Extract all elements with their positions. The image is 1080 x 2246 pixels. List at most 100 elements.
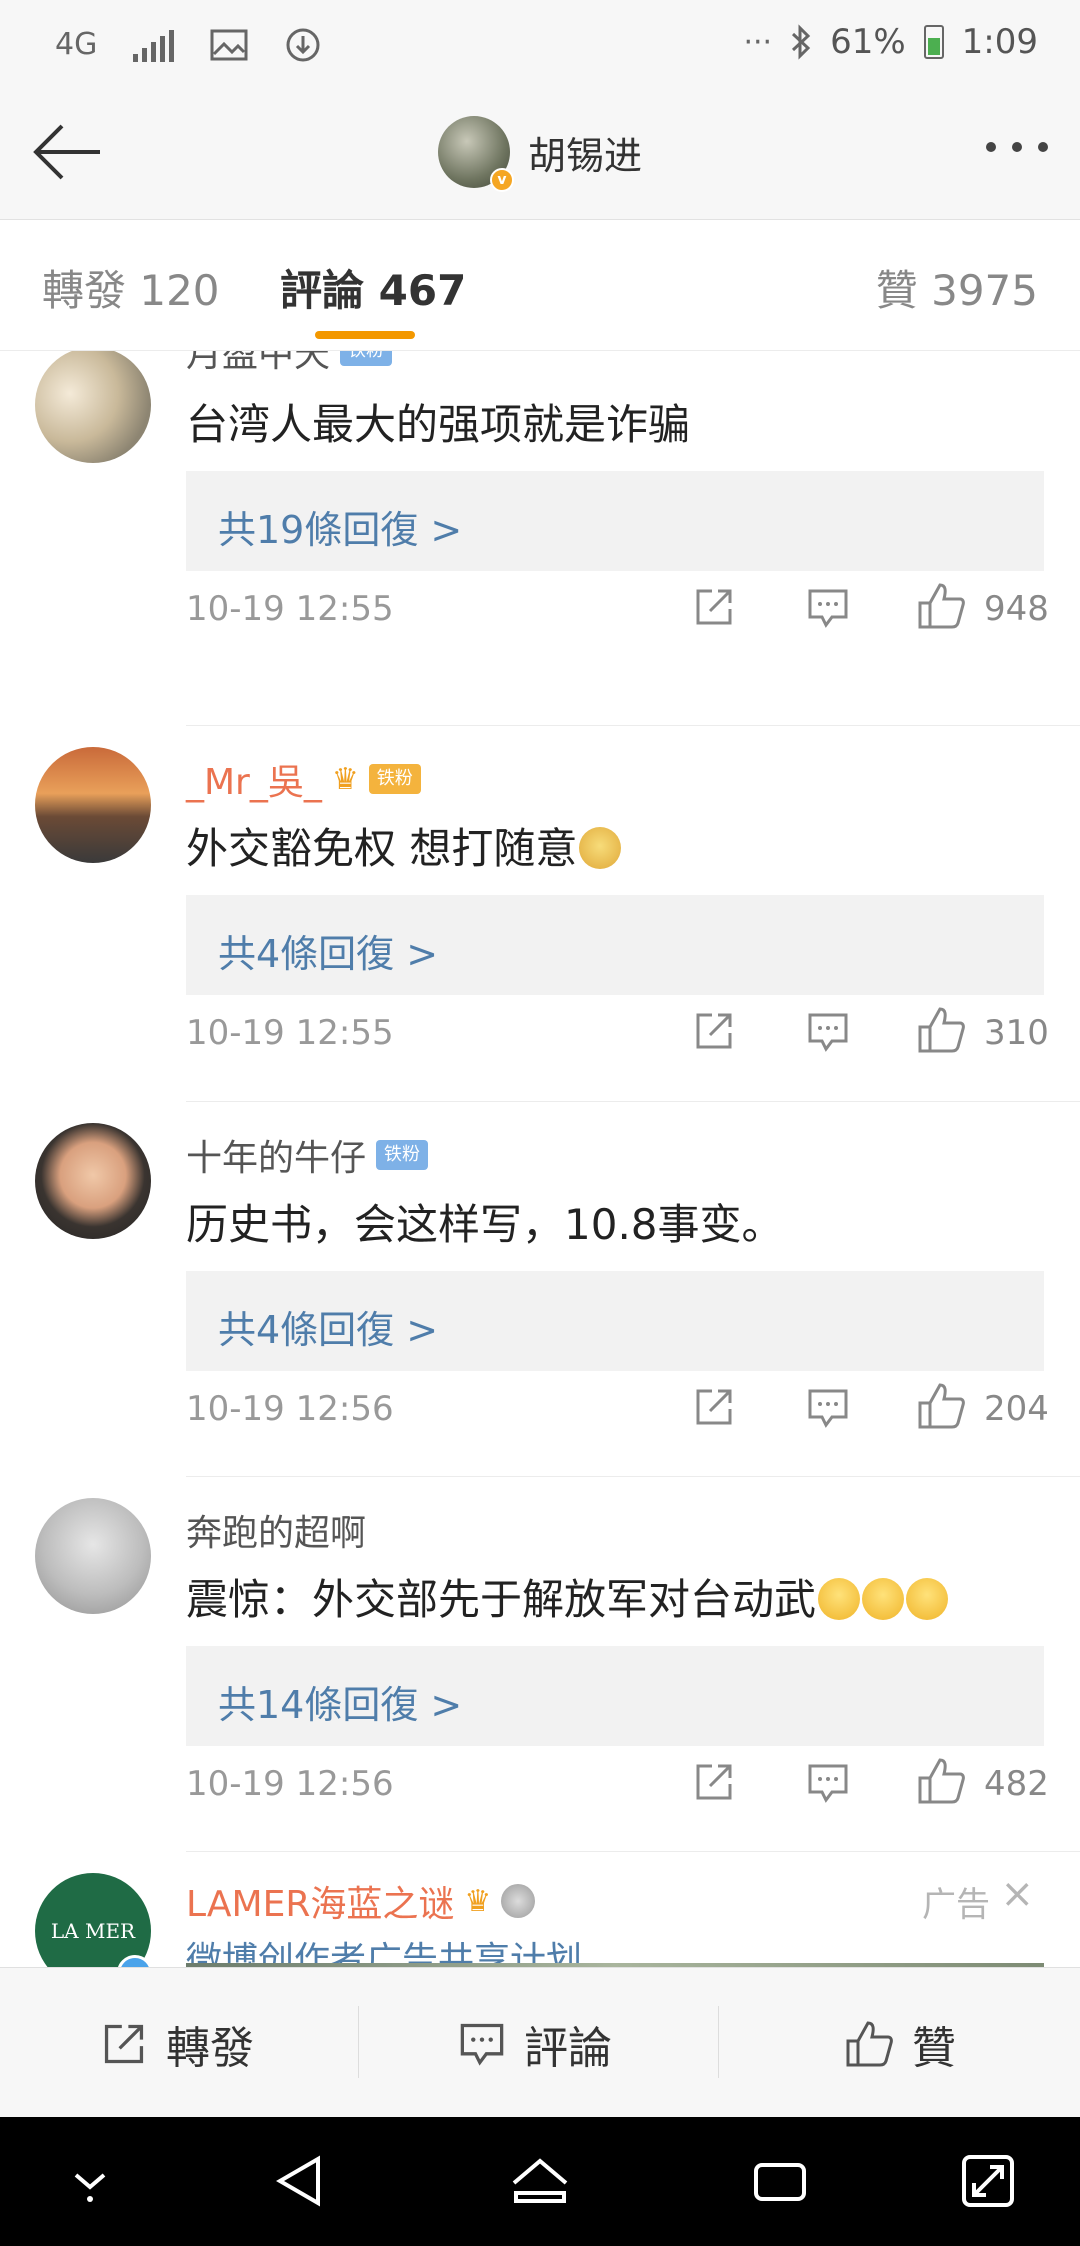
comment-item: 十年的牛仔 铁粉 历史书，会这样写，10.8事变。 共4條回復 > 10-19 … [0,1103,1080,1478]
like-button[interactable]: 贊 [844,2012,956,2076]
like-count: 204 [984,1389,1049,1429]
avatar[interactable]: v [438,116,514,192]
like-icon[interactable] [916,1756,966,1806]
replies-button[interactable]: 共14條回復 > [186,1646,1044,1746]
replies-button[interactable]: 共19條回復 > [186,471,1044,571]
comment-item: 月盈中天 铁粉 台湾人最大的强项就是诈骗 共19條回復 > 10-19 12:5… [0,351,1080,727]
laugh-cry-emoji-icon [818,1578,861,1620]
page-title: 胡锡进 [528,133,643,178]
tab-bar: 轉發 120 評論 467 贊 3975 [0,221,1080,351]
crown-icon: ♛ [331,761,359,797]
fan-badge: 铁粉 [340,351,393,366]
username-text[interactable]: 月盈中天 [186,351,330,377]
ad-item[interactable]: LA MER LAMER海蓝之谜 ♛ 广告 × 微博创作者广告共享计划 [0,1853,1080,1967]
fan-badge: 铁粉 [368,764,421,794]
comment-time: 10-19 12:56 [186,1764,394,1804]
comment-time: 10-19 12:55 [186,1013,394,1053]
avatar[interactable] [35,1123,151,1239]
like-count: 310 [984,1013,1049,1053]
repost-icon[interactable] [692,585,736,629]
comment-text-content: 外交豁免权 想打随意 [186,824,578,873]
back-arrow-icon[interactable] [28,112,108,192]
replies-label: 共4條回復 > [218,932,439,976]
avatar[interactable] [35,747,151,863]
medal-icon [501,1884,536,1918]
comment-username[interactable]: 十年的牛仔 铁粉 [186,1129,429,1181]
comment-username[interactable]: 月盈中天 铁粉 [186,351,393,377]
download-icon [286,28,320,62]
comment-icon [460,2023,504,2066]
avatar[interactable]: LA MER [35,1873,153,1967]
hide-keyboard-icon[interactable] [54,2145,126,2217]
bluetooth-icon [792,24,811,60]
rotate-screen-icon[interactable] [952,2145,1024,2217]
divider [358,2006,359,2078]
ad-label: 广告 [922,1885,990,1925]
active-tab-indicator [315,331,415,339]
comment-button[interactable]: 評論 [458,2012,612,2076]
back-nav-icon[interactable] [264,2145,336,2217]
comment-item: 奔跑的超啊 震惊：外交部先于解放军对台动武 共14條回復 > 10-19 12:… [0,1478,1080,1853]
crown-icon: ♛ [464,1883,492,1919]
ad-subtitle[interactable]: 微博创作者广告共享计划 [186,1931,582,1967]
divider [186,1476,1080,1477]
comment-list[interactable]: 月盈中天 铁粉 台湾人最大的强项就是诈骗 共19條回復 > 10-19 12:5… [0,351,1080,1967]
network-4g-icon: 4G [55,27,98,62]
comment-icon[interactable] [806,1762,850,1804]
signal-icon [133,28,175,62]
replies-label: 共19條回復 > [218,508,463,552]
divider [718,2006,719,2078]
like-icon[interactable] [916,581,966,631]
more-dots-icon: ··· [743,24,773,60]
repost-button[interactable]: 轉發 [100,2012,254,2076]
header: v 胡锡进 [0,92,1080,220]
username-text[interactable]: LAMER海蓝之谜 [186,1875,454,1927]
comment-time: 10-19 12:55 [186,589,394,629]
comment-username[interactable]: LAMER海蓝之谜 ♛ [186,1875,536,1927]
repost-icon[interactable] [692,1009,736,1053]
tab-reposts[interactable]: 轉發 120 [42,257,220,318]
comment-time: 10-19 12:56 [186,1389,394,1429]
username-text[interactable]: _Mr_吳_ [186,753,322,805]
comment-text: 历史书，会这样写，10.8事变。 [186,1200,784,1249]
comment-text: 外交豁免权 想打随意 [186,815,622,876]
more-menu-icon[interactable] [986,142,1048,152]
image-icon [210,29,248,61]
comment-icon[interactable] [806,1011,850,1053]
verified-badge-icon [117,1955,153,1967]
recents-nav-icon[interactable] [744,2145,816,2217]
repost-icon [104,2024,144,2064]
repost-label: 轉發 [166,2023,254,2074]
avatar[interactable] [35,1498,151,1614]
like-count: 482 [984,1764,1049,1804]
username-text[interactable]: 奔跑的超啊 [186,1504,366,1556]
comment-icon[interactable] [806,1387,850,1429]
close-icon[interactable]: × [1000,1871,1034,1917]
repost-icon[interactable] [692,1760,736,1804]
laugh-cry-emoji-icon [906,1578,949,1620]
like-count: 948 [984,589,1049,629]
avatar[interactable] [35,351,151,463]
ad-avatar-text: LA MER [50,1919,136,1943]
home-nav-icon[interactable] [504,2145,576,2217]
comment-label: 評論 [524,2023,612,2074]
comment-username[interactable]: 奔跑的超啊 [186,1504,366,1556]
clock: 1:09 [961,22,1038,62]
replies-button[interactable]: 共4條回復 > [186,895,1044,995]
tab-likes[interactable]: 贊 3975 [876,257,1038,318]
divider [186,1851,1080,1852]
replies-button[interactable]: 共4條回復 > [186,1271,1044,1371]
comment-icon[interactable] [806,587,850,629]
status-bar: 4G ··· 61% 1:09 [0,0,1080,92]
fan-badge: 铁粉 [376,1140,429,1170]
like-icon[interactable] [916,1005,966,1055]
battery-icon [923,25,944,59]
username-text[interactable]: 十年的牛仔 [186,1129,366,1181]
repost-icon[interactable] [692,1385,736,1429]
comment-username[interactable]: _Mr_吳_ ♛ 铁粉 [186,753,421,805]
like-icon[interactable] [916,1381,966,1431]
laugh-cry-emoji-icon [862,1578,905,1620]
replies-label: 共4條回復 > [218,1308,439,1352]
profile-header[interactable]: v 胡锡进 [438,116,643,192]
tab-comments[interactable]: 評論 467 [280,257,466,318]
